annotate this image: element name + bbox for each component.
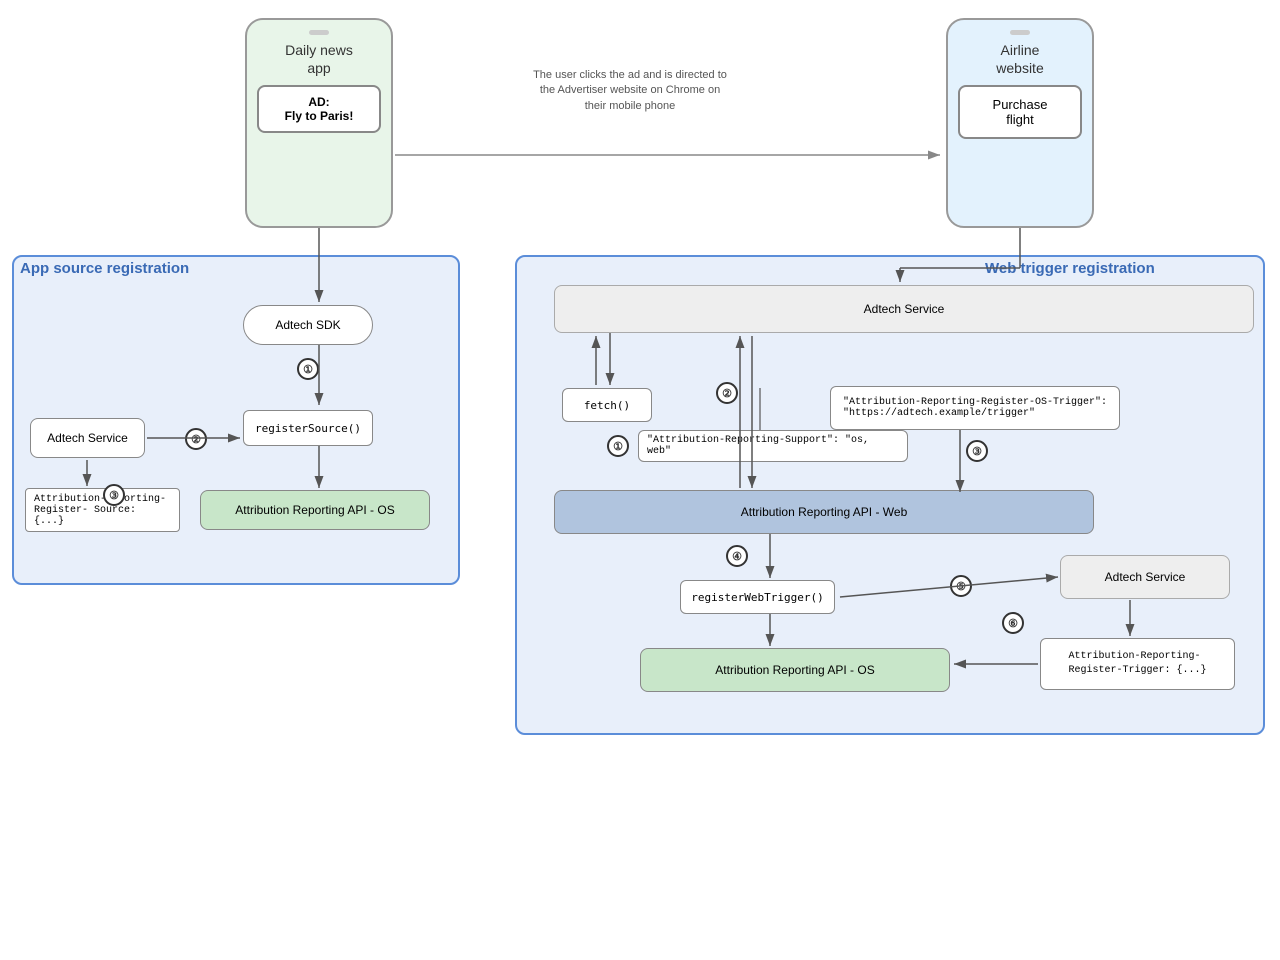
attribution-os-right-box: Attribution Reporting API - OS <box>640 648 950 692</box>
step-2-left: ② <box>185 428 207 450</box>
register-web-trigger-box: registerWebTrigger() <box>680 580 835 614</box>
step-2-right: ② <box>716 382 738 404</box>
web-trigger-label: Web trigger registration <box>985 260 1155 277</box>
adtech-service-top-right-box: Adtech Service <box>554 285 1254 333</box>
adtech-sdk-box: Adtech SDK <box>243 305 373 345</box>
attribution-os-left-box: Attribution Reporting API - OS <box>200 490 430 530</box>
app-source-label: App source registration <box>20 260 189 277</box>
phone-left-title: Daily newsapp <box>257 41 381 77</box>
step-4-right: ④ <box>726 545 748 567</box>
step-3-right: ③ <box>966 440 988 462</box>
phone-notch-right <box>1010 30 1030 35</box>
phone-notch-left <box>309 30 329 35</box>
adtech-service-right-box: Adtech Service <box>1060 555 1230 599</box>
register-source-box: registerSource() <box>243 410 373 446</box>
header-trigger-box: Attribution-Reporting-Register-Trigger: … <box>1040 638 1235 690</box>
phone-right: Airlinewebsite Purchaseflight <box>946 18 1094 228</box>
step-3-left: ③ <box>103 484 125 506</box>
fetch-box: fetch() <box>562 388 652 422</box>
purchase-box: Purchaseflight <box>958 85 1082 139</box>
step-5-right: ⑤ <box>950 575 972 597</box>
diagram-area: Daily newsapp AD:Fly to Paris! Airlinewe… <box>0 0 1280 960</box>
header-support-box: "Attribution-Reporting-Support": "os, we… <box>638 430 908 462</box>
phone-right-title: Airlinewebsite <box>958 41 1082 77</box>
attribution-web-box: Attribution Reporting API - Web <box>554 490 1094 534</box>
top-arrow-label: The user clicks the ad and is directed t… <box>460 68 800 114</box>
step-1-left: ① <box>297 358 319 380</box>
header-os-trigger-box: "Attribution-Reporting-Register-OS-Trigg… <box>830 386 1120 430</box>
ad-box: AD:Fly to Paris! <box>257 85 381 133</box>
step-6-right: ⑥ <box>1002 612 1024 634</box>
step-1-right: ① <box>607 435 629 457</box>
adtech-service-left-box: Adtech Service <box>30 418 145 458</box>
phone-left: Daily newsapp AD:Fly to Paris! <box>245 18 393 228</box>
